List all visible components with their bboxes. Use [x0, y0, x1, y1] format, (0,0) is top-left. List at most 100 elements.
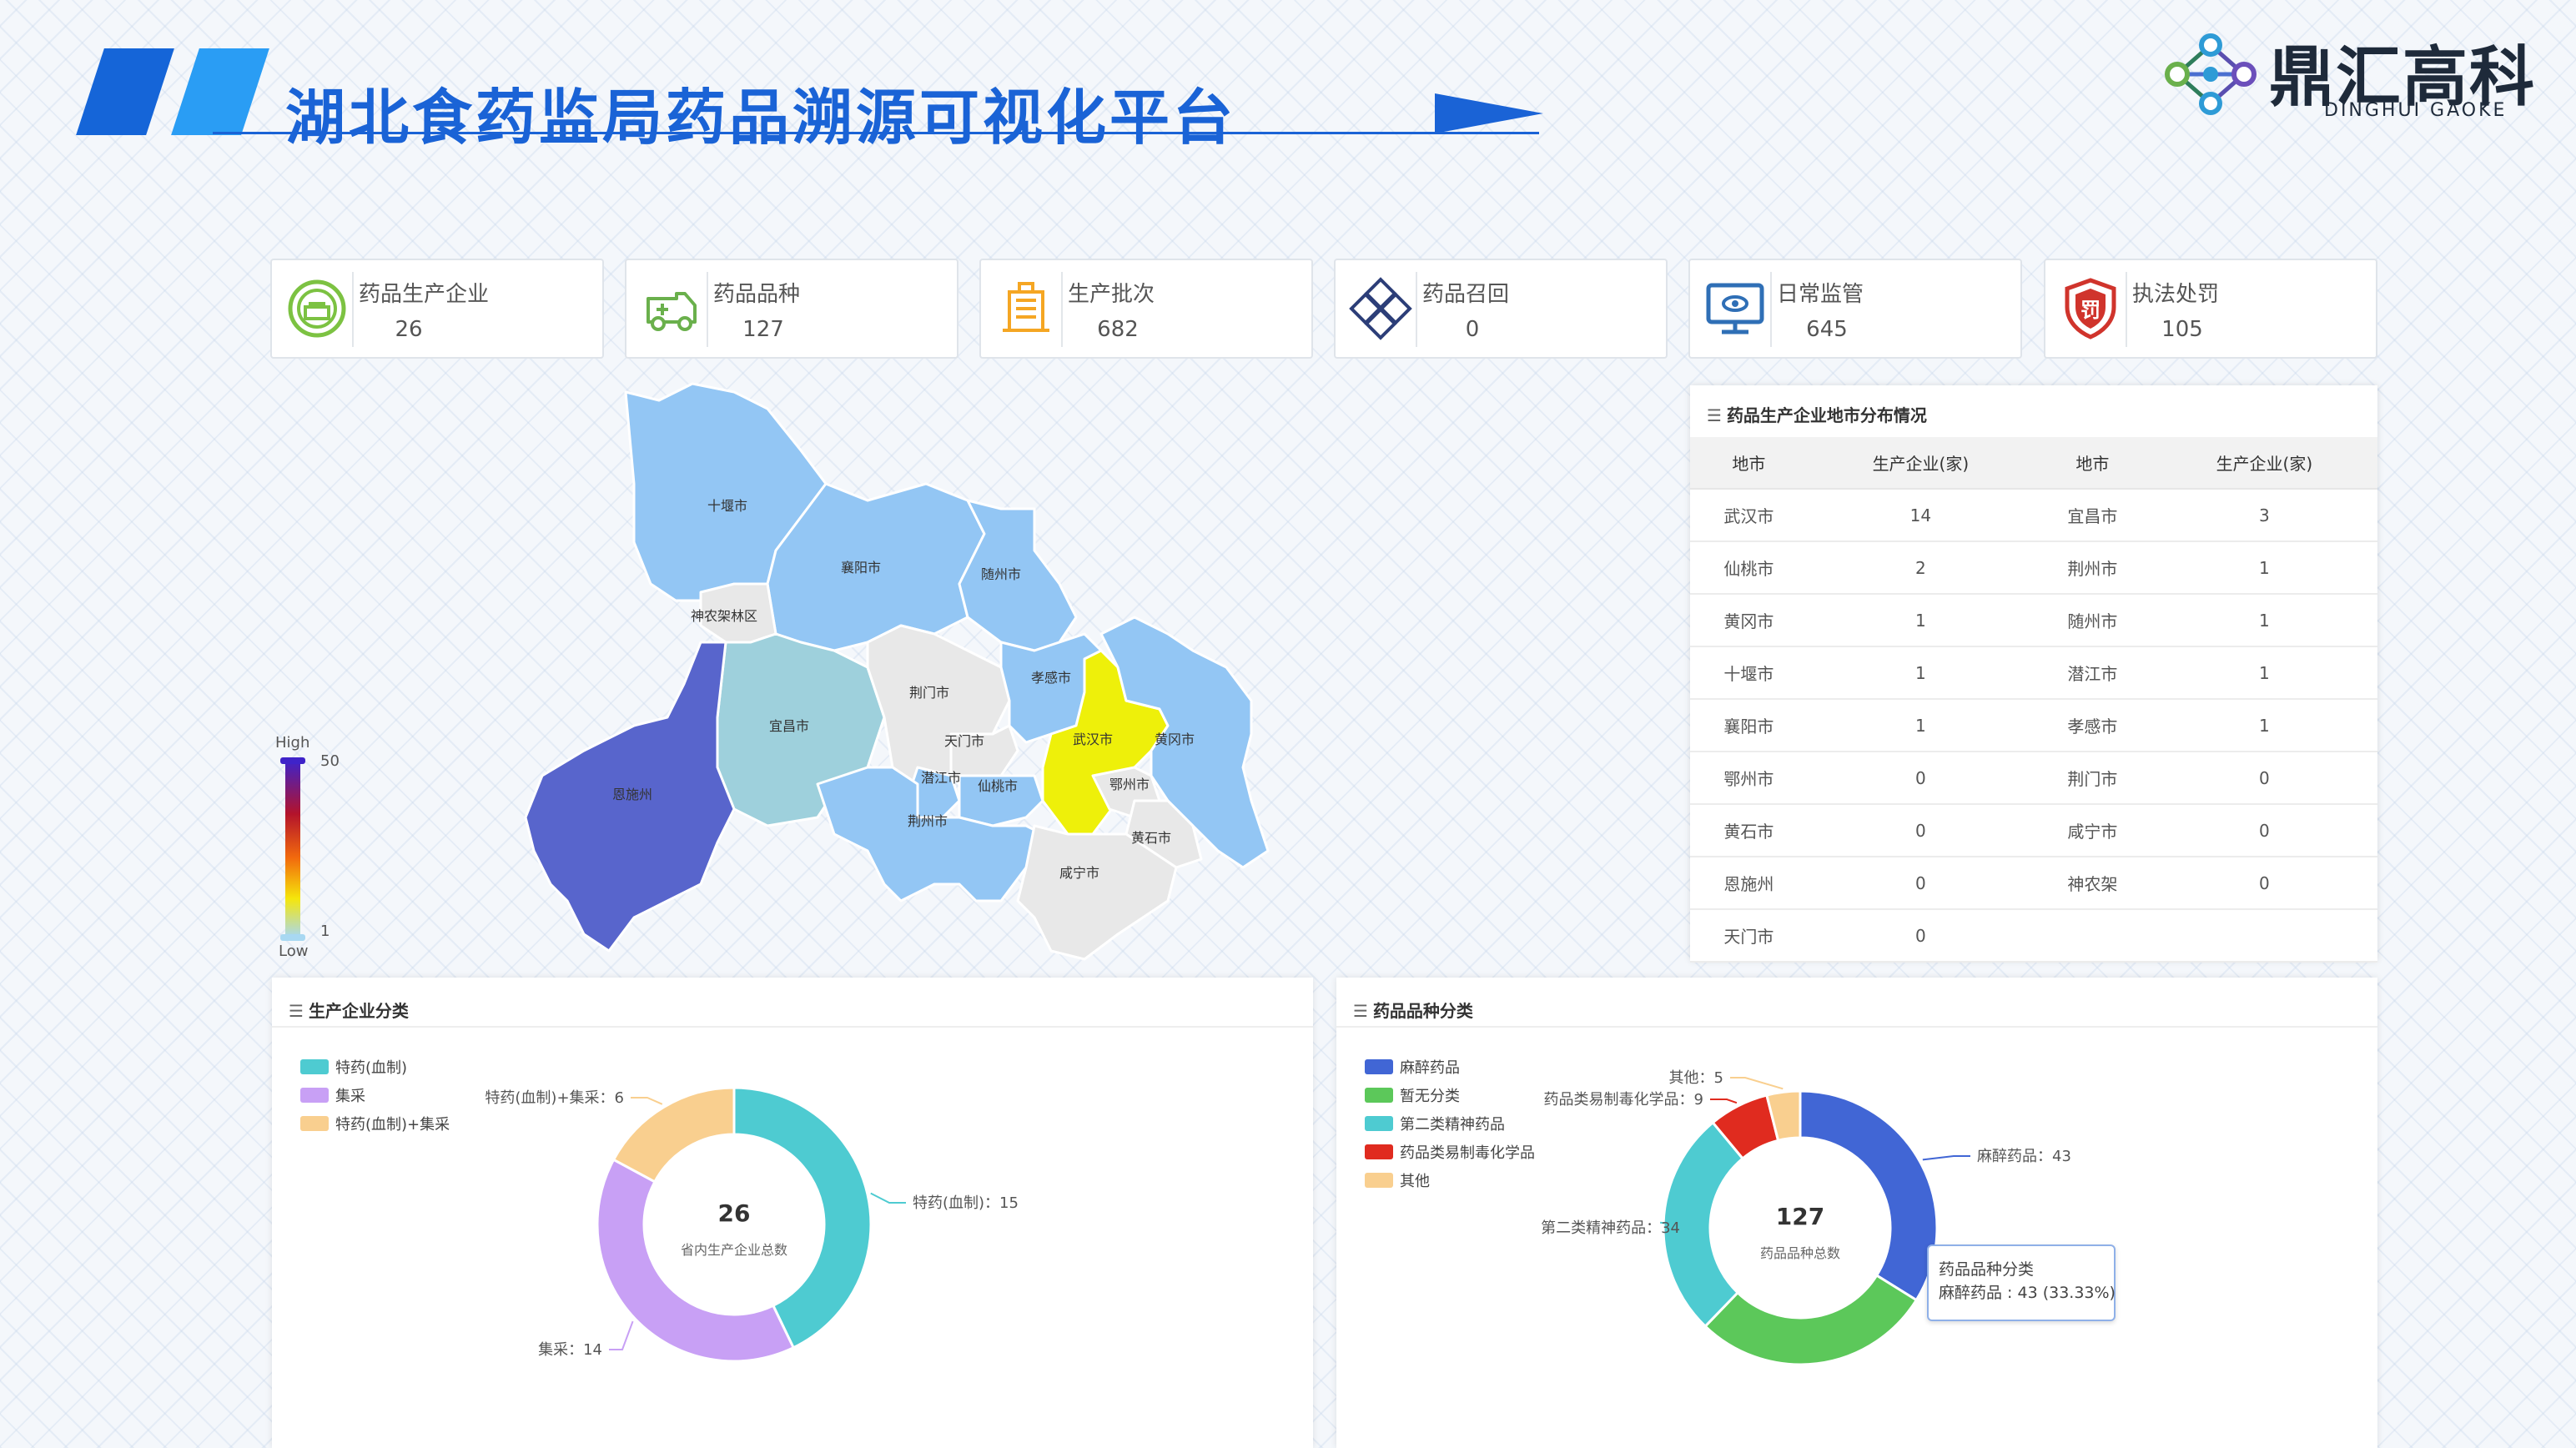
stat-card-varieties[interactable]: 药品品种 127 [625, 259, 958, 359]
distribution-panel: ☰ 药品生产企业地市分布情况 地市 生产企业(家) 地市 生产企业(家) 武汉市 1… [1690, 385, 2377, 963]
visual-map-legend[interactable] [280, 757, 305, 941]
card-separator [1416, 272, 1417, 347]
stat-label: 日常监管 [1777, 282, 1864, 307]
stat-label: 药品召回 [1422, 282, 1510, 307]
table-cell: 随州市 [2033, 594, 2151, 647]
table-cell: 0 [1807, 909, 2034, 963]
tooltip-title: 药品品种分类 [1939, 1260, 2035, 1279]
stat-card-manufacturers[interactable]: 药品生产企业 26 [270, 259, 604, 359]
table-cell: 0 [2151, 804, 2377, 857]
map-label: 十堰市 [707, 498, 747, 514]
card-separator [2126, 272, 2127, 347]
card-separator [1061, 272, 1063, 347]
molecule-logo-icon [2165, 33, 2257, 115]
label-leader-line [631, 1097, 663, 1105]
table-row: 十堰市 1 潜江市 1 [1690, 646, 2377, 700]
monitor-eye-icon [1706, 283, 1764, 334]
col-header: 地市 [2033, 437, 2151, 490]
map-label: 荆州市 [908, 813, 948, 829]
donut-slice[interactable] [1799, 1089, 1939, 1302]
page-title: 湖北食药监局药品溯源可视化平台 [285, 83, 1237, 153]
building-icon [1003, 282, 1049, 332]
stat-card-penalty[interactable]: 罚 执法处罚 105 [2044, 259, 2377, 359]
distribution-title: ☰ 药品生产企业地市分布情况 [1707, 402, 1927, 426]
table-cell [2151, 909, 2377, 963]
map-label: 仙桃市 [978, 778, 1018, 794]
legend-high-label: High [275, 734, 310, 752]
table-cell: 14 [1807, 489, 2034, 542]
data-label: 特药(血制)+集采：6 [485, 1089, 624, 1107]
table-cell: 襄阳市 [1690, 699, 1808, 752]
table-cell: 1 [2151, 541, 2377, 595]
stat-value: 26 [395, 317, 423, 342]
map-label: 随州市 [981, 566, 1021, 582]
table-cell: 0 [2151, 857, 2377, 910]
table-row: 天门市 0 [1690, 909, 2377, 963]
map-label: 恩施州 [612, 787, 652, 802]
table-row: 恩施州 0 神农架 0 [1690, 857, 2377, 910]
legend-min-value: 1 [320, 923, 330, 940]
card-separator [352, 272, 354, 347]
stat-card-batches[interactable]: 生产批次 682 [979, 259, 1313, 359]
table-cell: 荆州市 [2033, 541, 2151, 595]
ambulance-icon [647, 292, 697, 331]
variety-donut-chart: 麻醉药品：43 第二类精神药品：34 药品类易制毒化学品：9 其他：5 127 药品品种总… [1541, 1069, 2071, 1366]
data-label: 药品类易制毒化学品：9 [1544, 1091, 1703, 1109]
table-cell: 3 [2151, 489, 2377, 542]
recall-grid-icon [1349, 277, 1412, 340]
hubei-map: 十堰市 襄阳市 随州市 神农架林区 宜昌市 荆门市 孝感市 天门市 武汉市 黄冈… [524, 382, 1270, 961]
stat-value: 105 [2161, 317, 2203, 342]
donut-slice[interactable] [1703, 1273, 1919, 1366]
table-cell: 黄冈市 [1690, 594, 1808, 647]
donut-slice[interactable] [732, 1086, 873, 1350]
table-cell: 1 [1807, 594, 2034, 647]
table-cell: 黄石市 [1690, 804, 1808, 857]
table-row: 武汉市 14 宜昌市 3 [1690, 489, 2377, 542]
table-cell: 武汉市 [1690, 489, 1808, 542]
table-row: 黄冈市 1 随州市 1 [1690, 594, 2377, 647]
stat-value: 127 [742, 317, 784, 342]
table-cell: 0 [2151, 752, 2377, 805]
col-header: 地市 [1690, 437, 1808, 490]
table-cell: 1 [2151, 699, 2377, 752]
label-leader-line [609, 1320, 634, 1350]
logo-subtitle: DINGHUI GAOKE [2324, 100, 2508, 121]
table-cell: 1 [1807, 646, 2034, 700]
data-label: 第二类精神药品：34 [1541, 1219, 1680, 1237]
table-cell: 恩施州 [1690, 857, 1808, 910]
stat-card-supervision[interactable]: 日常监管 645 [1688, 259, 2022, 359]
legend-low-label: Low [279, 943, 309, 960]
card-separator [1770, 272, 1772, 347]
donut-slice[interactable] [596, 1158, 796, 1363]
label-leader-line [1922, 1155, 1970, 1161]
table-cell: 1 [2151, 594, 2377, 647]
table-cell: 荆门市 [2033, 752, 2151, 805]
stat-card-recall[interactable]: 药品召回 0 [1334, 259, 1668, 359]
table-cell [2033, 909, 2151, 963]
table-cell: 咸宁市 [2033, 804, 2151, 857]
table-cell: 鄂州市 [1690, 752, 1808, 805]
col-header: 生产企业(家) [1807, 437, 2034, 490]
donut-center-label: 药品品种总数 [1760, 1245, 1840, 1261]
variety-class-panel: ☰ 药品品种分类 麻醉药品 暂无分类 第二类精神药品 药品类易制毒化学品 其他 麻醉药品：… [1336, 978, 2377, 1448]
header-underline [213, 132, 1539, 134]
tooltip-line: 麻醉药品 : 43 (33.33%) [1939, 1284, 2116, 1302]
map-label: 武汉市 [1073, 732, 1113, 747]
table-row: 仙桃市 2 荆州市 1 [1690, 541, 2377, 595]
stat-label: 生产批次 [1068, 282, 1155, 307]
donut-slice[interactable] [611, 1086, 736, 1184]
label-leader-line [1730, 1077, 1784, 1090]
enterprise-donut-chart: 特药(血制)：15 集采：14 特药(血制)+集采：6 26 省内生产企业总数 [485, 1086, 1019, 1363]
map-label: 荆门市 [909, 685, 949, 701]
donut-center-value: 127 [1776, 1203, 1824, 1230]
table-cell: 潜江市 [2033, 646, 2151, 700]
chart-tooltip: 药品品种分类 麻醉药品 : 43 (33.33%) [1927, 1244, 2116, 1321]
data-label: 特药(血制)：15 [913, 1194, 1019, 1212]
map-label: 潜江市 [921, 770, 961, 786]
header-deco-bar-2 [171, 48, 269, 135]
table-header-row: 地市 生产企业(家) 地市 生产企业(家) [1690, 437, 2377, 490]
stat-value: 682 [1097, 317, 1139, 342]
header-deco-bar-1 [76, 48, 174, 135]
table-cell: 2 [1807, 541, 2034, 595]
table-cell: 宜昌市 [2033, 489, 2151, 542]
